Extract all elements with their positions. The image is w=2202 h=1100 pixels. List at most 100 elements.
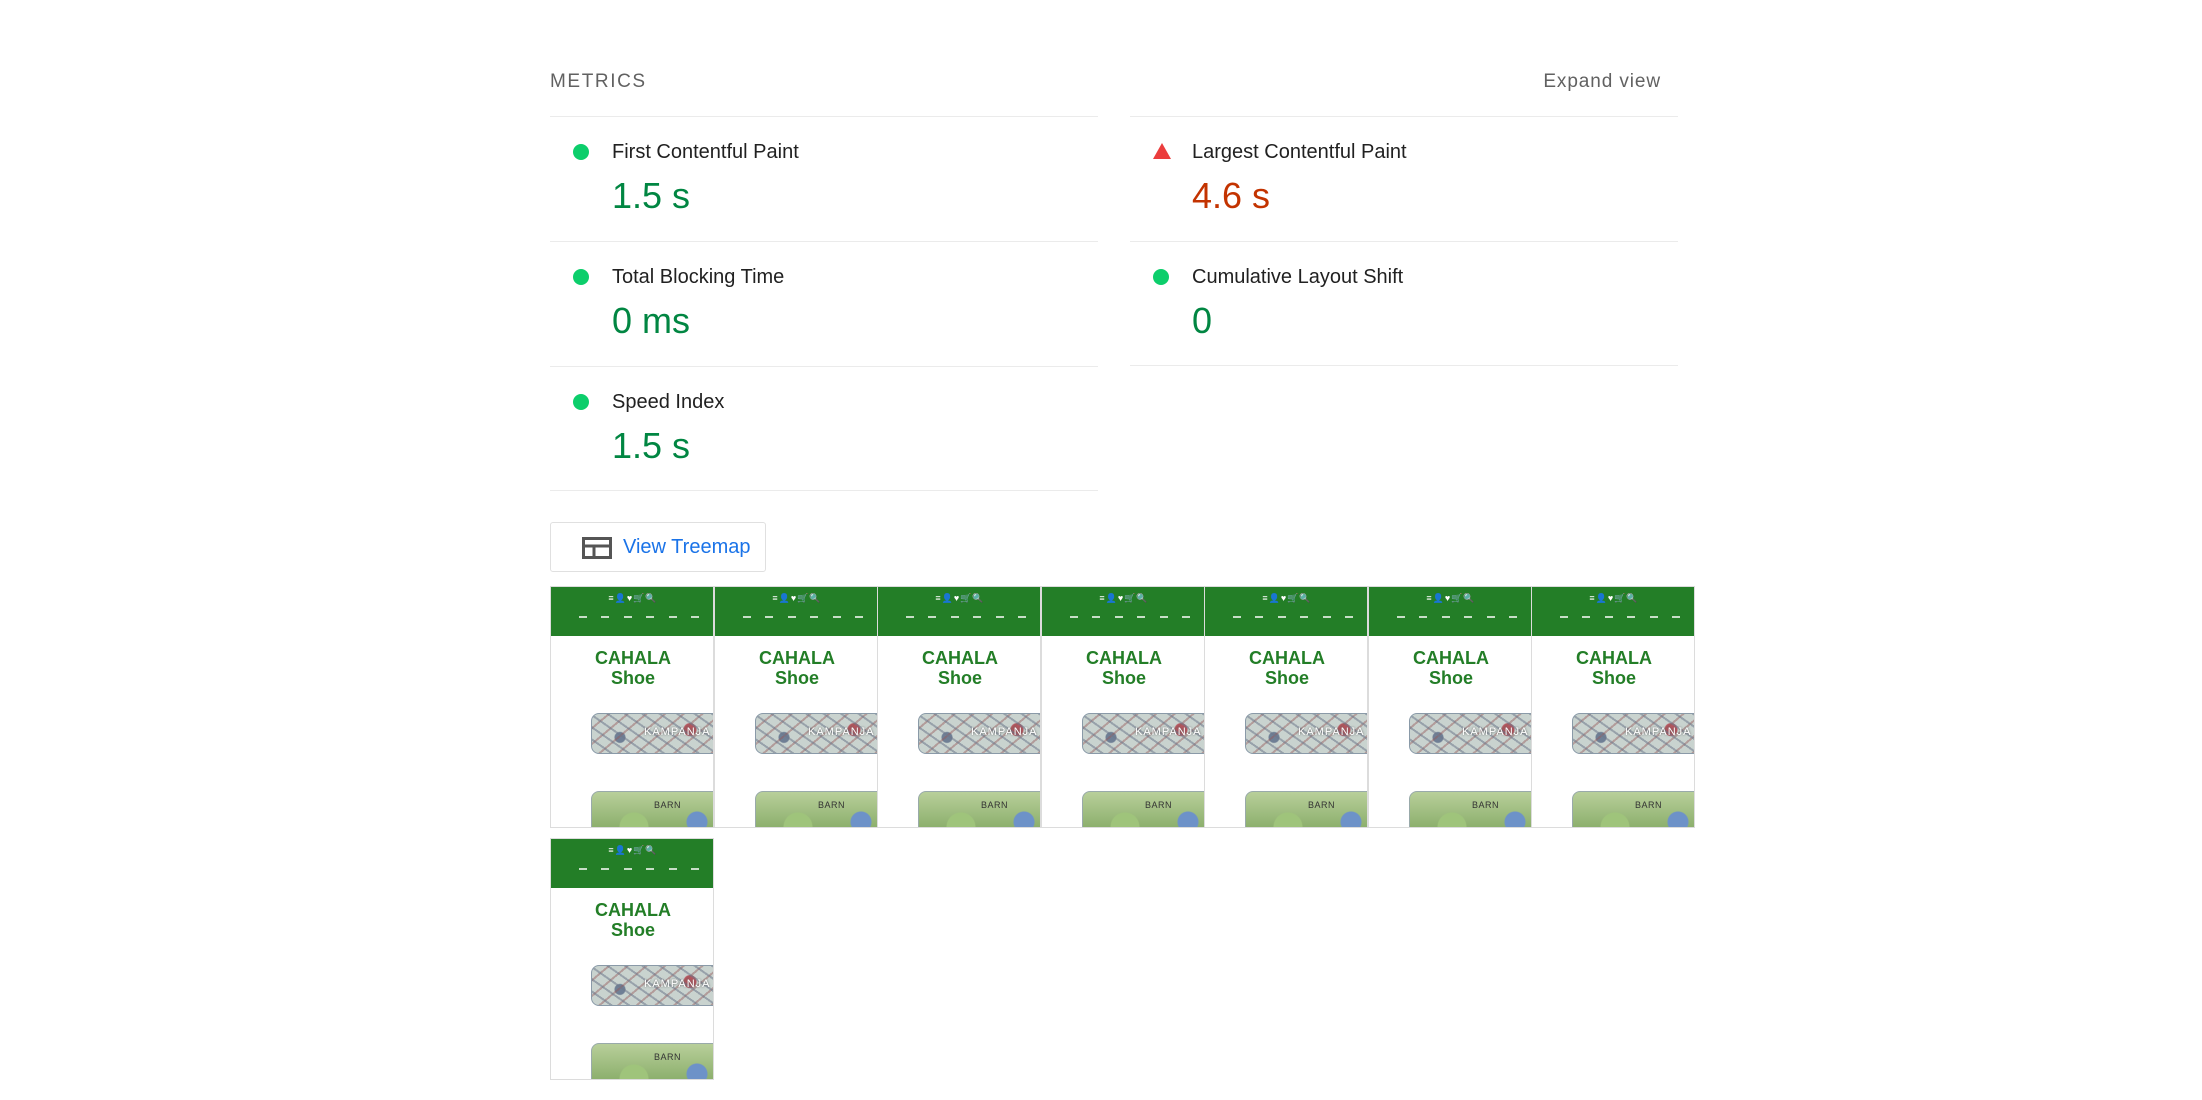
site-nav xyxy=(579,868,699,870)
pass-status-icon xyxy=(573,269,589,285)
metric-value: 0 xyxy=(1192,300,1213,341)
kids-banner: BARN xyxy=(1082,791,1204,827)
kids-banner-text: BARN xyxy=(1472,800,1500,810)
site-title-line2: Shoe xyxy=(937,668,982,688)
campaign-banner: KAMPANJA xyxy=(755,713,877,754)
filmstrip-frame: ≡👤♥🛒🔍 CAHALA Shoe KAMPANJA BARN xyxy=(1041,586,1205,828)
campaign-banner-text: KAMPANJA xyxy=(971,726,1038,738)
metric-speed-index: Speed Index 1.5 s xyxy=(550,366,1098,491)
campaign-banner: KAMPANJA xyxy=(1572,713,1694,754)
site-title-line2: Shoe xyxy=(610,920,655,940)
metric-value: 1.5 s xyxy=(612,425,691,466)
site-nav xyxy=(1070,616,1190,618)
campaign-banner: KAMPANJA xyxy=(1082,713,1204,754)
kids-banner-text: BARN xyxy=(818,800,846,810)
site-title-line2: Shoe xyxy=(1428,668,1473,688)
kids-banner: BARN xyxy=(591,1043,713,1079)
site-header: ≡👤♥🛒🔍 xyxy=(1532,587,1694,636)
metric-largest-contentful-paint: Largest Contentful Paint 4.6 s xyxy=(1130,116,1678,241)
fail-status-icon xyxy=(1153,143,1171,159)
campaign-banner-text: KAMPANJA xyxy=(1462,726,1529,738)
site-title: CAHALA Shoe xyxy=(551,900,713,940)
site-header: ≡👤♥🛒🔍 xyxy=(551,587,713,636)
site-title-line2: Shoe xyxy=(610,668,655,688)
metric-label: Total Blocking Time xyxy=(612,266,785,288)
metric-first-contentful-paint: First Contentful Paint 1.5 s xyxy=(550,116,1098,241)
kids-banner-text: BARN xyxy=(1635,800,1663,810)
kids-banner: BARN xyxy=(918,791,1040,827)
campaign-banner: KAMPANJA xyxy=(1409,713,1531,754)
site-title-line2: Shoe xyxy=(774,668,819,688)
site-title-line1: CAHALA xyxy=(1413,648,1489,668)
site-title: CAHALA Shoe xyxy=(1205,648,1367,688)
campaign-banner-text: KAMPANJA xyxy=(644,726,711,738)
kids-banner: BARN xyxy=(1409,791,1531,827)
site-header-icons: ≡👤♥🛒🔍 xyxy=(1589,593,1639,603)
filmstrip-frame: ≡👤♥🛒🔍 CAHALA Shoe KAMPANJA BARN xyxy=(1531,586,1695,828)
filmstrip-frame: ≡👤♥🛒🔍 CAHALA Shoe KAMPANJA BARN xyxy=(714,586,878,828)
site-title: CAHALA Shoe xyxy=(1042,648,1204,688)
view-treemap-label: View Treemap xyxy=(623,536,751,558)
campaign-banner: KAMPANJA xyxy=(1245,713,1367,754)
site-title-line1: CAHALA xyxy=(922,648,998,668)
kids-banner-text: BARN xyxy=(654,800,682,810)
treemap-icon xyxy=(582,537,612,559)
kids-banner: BARN xyxy=(591,791,713,827)
pass-status-icon xyxy=(573,394,589,410)
site-header-icons: ≡👤♥🛒🔍 xyxy=(608,845,658,855)
expand-view-toggle[interactable]: Expand view xyxy=(1543,71,1661,93)
site-title-line2: Shoe xyxy=(1264,668,1309,688)
campaign-banner: KAMPANJA xyxy=(591,713,713,754)
site-title-line1: CAHALA xyxy=(1249,648,1325,668)
kids-banner-text: BARN xyxy=(1145,800,1173,810)
filmstrip-frame: ≡👤♥🛒🔍 CAHALA Shoe KAMPANJA BARN xyxy=(1204,586,1368,828)
site-title-line1: CAHALA xyxy=(595,648,671,668)
view-treemap-button[interactable]: View Treemap xyxy=(550,522,766,572)
site-header: ≡👤♥🛒🔍 xyxy=(1369,587,1531,636)
kids-banner-text: BARN xyxy=(1308,800,1336,810)
site-title: CAHALA Shoe xyxy=(715,648,877,688)
pass-status-icon xyxy=(573,144,589,160)
metric-label: Speed Index xyxy=(612,391,725,413)
site-title: CAHALA Shoe xyxy=(878,648,1040,688)
campaign-banner-text: KAMPANJA xyxy=(1298,726,1365,738)
kids-banner-text: BARN xyxy=(654,1052,682,1062)
campaign-banner-text: KAMPANJA xyxy=(644,978,711,990)
site-title-line2: Shoe xyxy=(1591,668,1636,688)
metric-value: 1.5 s xyxy=(612,175,691,216)
kids-banner: BARN xyxy=(1245,791,1367,827)
site-header: ≡👤♥🛒🔍 xyxy=(1205,587,1367,636)
site-title: CAHALA Shoe xyxy=(551,648,713,688)
site-nav xyxy=(1397,616,1517,618)
campaign-banner-text: KAMPANJA xyxy=(1625,726,1692,738)
metric-total-blocking-time: Total Blocking Time 0 ms xyxy=(550,241,1098,366)
site-header-icons: ≡👤♥🛒🔍 xyxy=(935,593,985,603)
site-header-icons: ≡👤♥🛒🔍 xyxy=(772,593,822,603)
kids-banner: BARN xyxy=(755,791,877,827)
site-header: ≡👤♥🛒🔍 xyxy=(715,587,877,636)
metric-cumulative-layout-shift: Cumulative Layout Shift 0 xyxy=(1130,241,1678,366)
kids-banner-text: BARN xyxy=(981,800,1009,810)
campaign-banner: KAMPANJA xyxy=(918,713,1040,754)
kids-banner: BARN xyxy=(1572,791,1694,827)
site-header-icons: ≡👤♥🛒🔍 xyxy=(608,593,658,603)
filmstrip-frame: ≡👤♥🛒🔍 CAHALA Shoe KAMPANJA BARN xyxy=(550,838,714,1080)
site-header-icons: ≡👤♥🛒🔍 xyxy=(1426,593,1476,603)
filmstrip-frame: ≡👤♥🛒🔍 CAHALA Shoe KAMPANJA BARN xyxy=(877,586,1041,828)
site-title-line1: CAHALA xyxy=(1576,648,1652,668)
metric-label: Largest Contentful Paint xyxy=(1192,141,1407,163)
metrics-title: METRICS xyxy=(550,71,647,92)
site-title-line1: CAHALA xyxy=(759,648,835,668)
site-nav xyxy=(906,616,1026,618)
metric-value: 0 ms xyxy=(612,300,691,341)
site-header-icons: ≡👤♥🛒🔍 xyxy=(1262,593,1312,603)
site-nav xyxy=(1560,616,1680,618)
campaign-banner: KAMPANJA xyxy=(591,965,713,1006)
site-title-line1: CAHALA xyxy=(595,900,671,920)
filmstrip-frame: ≡👤♥🛒🔍 CAHALA Shoe KAMPANJA BARN xyxy=(1368,586,1532,828)
campaign-banner-text: KAMPANJA xyxy=(808,726,875,738)
filmstrip-frame: ≡👤♥🛒🔍 CAHALA Shoe KAMPANJA BARN xyxy=(550,586,714,828)
pass-status-icon xyxy=(1153,269,1169,285)
site-nav xyxy=(743,616,863,618)
site-header: ≡👤♥🛒🔍 xyxy=(1042,587,1204,636)
